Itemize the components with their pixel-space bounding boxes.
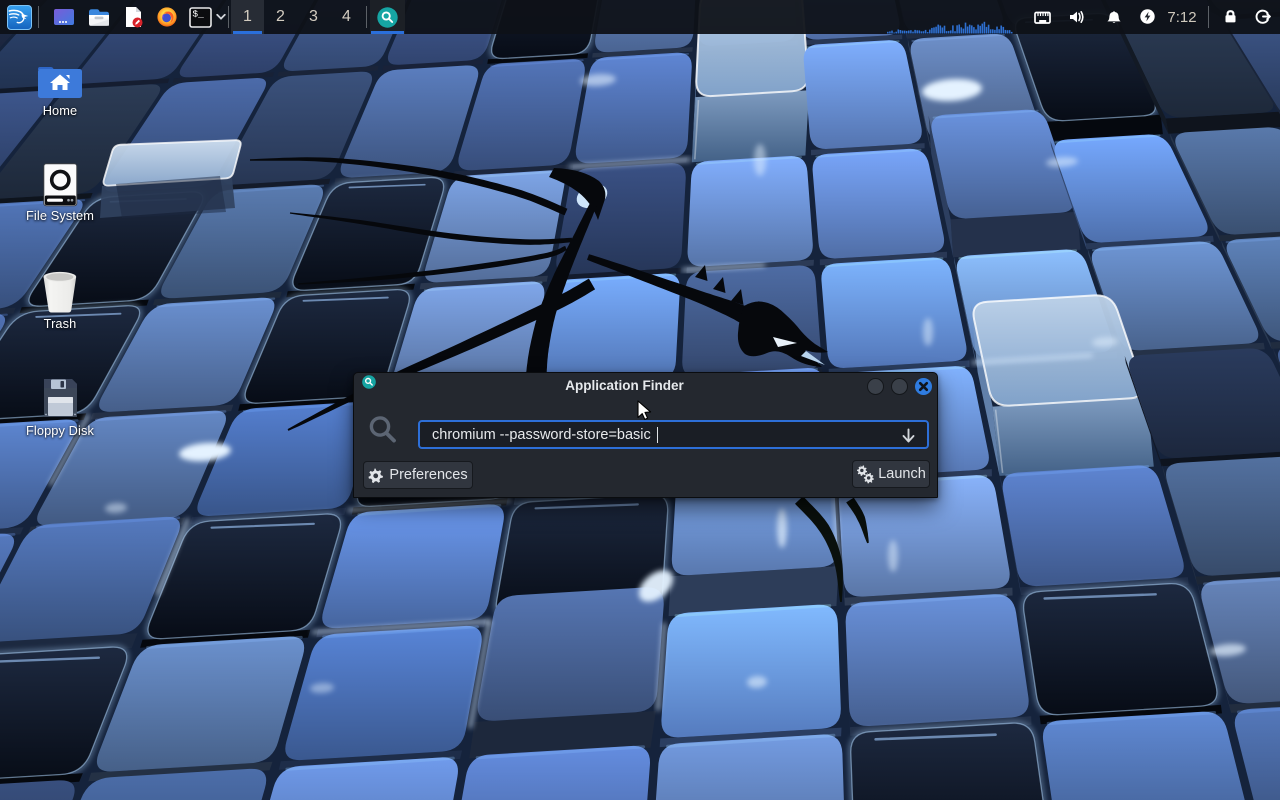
svg-text:$_: $_ [192,8,204,19]
